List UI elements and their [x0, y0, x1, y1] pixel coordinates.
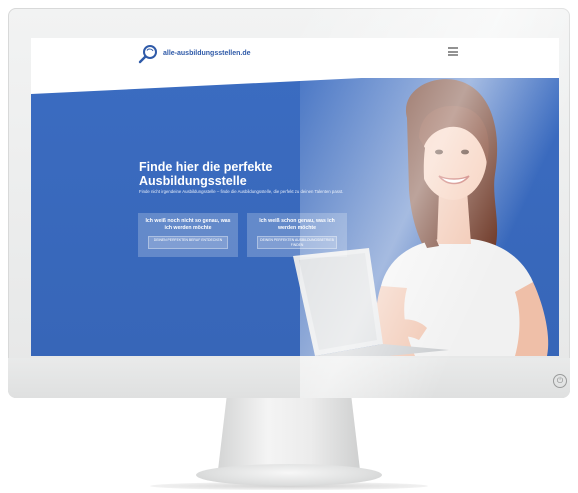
card-unsure-title: Ich weiß noch nicht so genau, was ich we…: [145, 218, 231, 231]
site-header: alle-ausbildungsstellen.de: [31, 38, 559, 78]
hero-subtitle: Finde nicht irgendeine Ausbildungsstelle…: [139, 189, 344, 194]
monitor-screen: alle-ausbildungsstellen.de Finde hier di…: [31, 38, 559, 356]
hero-title-line-1: Finde hier die perfekte: [139, 160, 273, 174]
hero-title: Finde hier die perfekte Ausbildungsstell…: [139, 160, 272, 188]
power-icon: ⏻: [553, 374, 567, 388]
monitor-chin: [8, 358, 570, 398]
monitor-stand-base: [196, 464, 382, 486]
hero-title-line-2: Ausbildungsstelle: [139, 174, 247, 188]
monitor-stand-neck: [218, 398, 360, 470]
hamburger-menu-icon[interactable]: [448, 47, 458, 56]
find-company-button[interactable]: DEINEN PERFEKTEN AUSBILDUNGSBETRIEB FIND…: [257, 236, 337, 249]
site-logo[interactable]: alle-ausbildungsstellen.de: [138, 42, 251, 64]
card-sure: Ich weiß schon genau, was ich werden möc…: [247, 213, 347, 257]
logo-text: alle-ausbildungsstellen.de: [163, 49, 251, 57]
card-unsure: Ich weiß noch nicht so genau, was ich we…: [138, 213, 238, 257]
discover-job-button[interactable]: DEINEN PERFEKTEN BERUF ENTDECKEN: [148, 236, 228, 249]
logo-magnifier-icon: [138, 45, 157, 64]
card-sure-title: Ich weiß schon genau, was ich werden möc…: [259, 218, 335, 231]
